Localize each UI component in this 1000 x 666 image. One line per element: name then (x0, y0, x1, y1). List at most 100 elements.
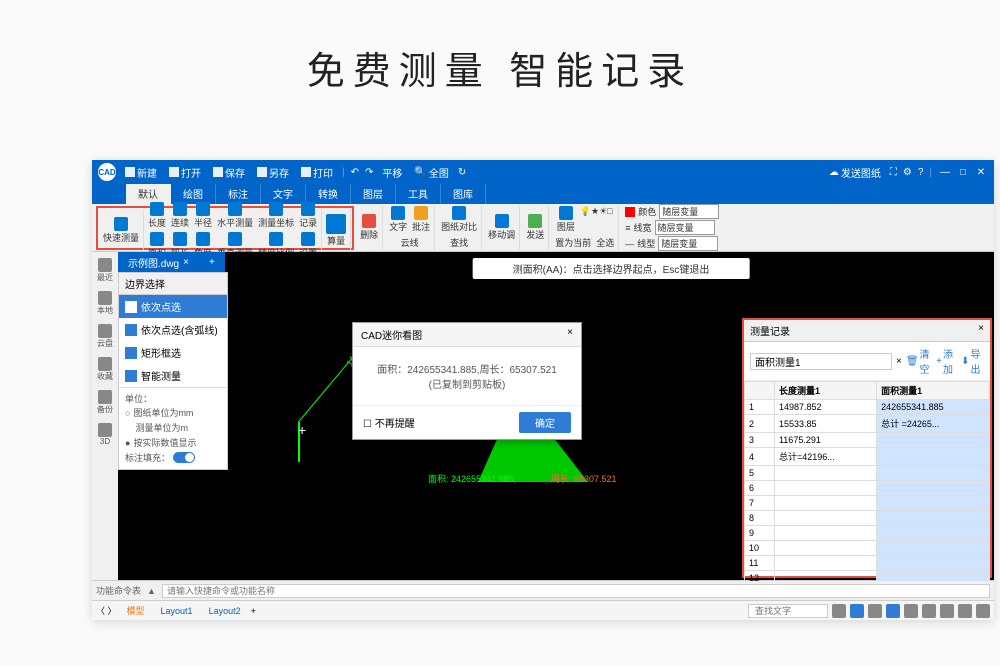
rail-cloud[interactable]: 云盘 (97, 324, 113, 349)
layer-button[interactable]: 图层 (556, 205, 576, 234)
new-button[interactable]: 新建 (122, 165, 160, 180)
export-button[interactable]: ⬇ 导出 (961, 346, 984, 376)
add-button[interactable]: + 添加 (936, 346, 957, 376)
search-icon[interactable] (832, 604, 846, 618)
tab-layer[interactable]: 图层 (351, 184, 396, 204)
table-row[interactable]: 10 (745, 541, 990, 556)
dialog-close-icon[interactable]: × (567, 327, 573, 342)
continuous-button[interactable]: 连续 (170, 201, 190, 230)
unit-actual-radio[interactable]: ● 按实际数值显示 (125, 435, 221, 450)
find-button[interactable]: 查找 (449, 235, 469, 250)
open-button[interactable]: 打开 (166, 165, 204, 180)
undo-icon[interactable]: ↶ (351, 167, 359, 178)
table-row[interactable]: 215533.85总计 =24265... (745, 415, 990, 433)
calc-button[interactable]: 算量 (325, 213, 347, 248)
rail-3d[interactable]: 3D (98, 423, 112, 446)
link-icon[interactable] (976, 604, 990, 618)
close-tab-icon[interactable]: × (183, 257, 189, 268)
layout-model[interactable]: 模型 (121, 604, 151, 617)
table-row[interactable]: 114987.852242655341.885 (745, 400, 990, 415)
lineweight-select[interactable]: 随层变量 (655, 220, 715, 235)
add-layout-icon[interactable]: + (251, 606, 256, 616)
text-button[interactable]: 文字 (388, 205, 408, 234)
pan-button[interactable]: 平移 (379, 165, 405, 180)
osnap-icon[interactable] (922, 604, 936, 618)
table-row[interactable]: 5 (745, 466, 990, 481)
polar-icon[interactable] (904, 604, 918, 618)
record-button[interactable]: 记录 (298, 201, 318, 230)
sel-smart[interactable]: 智能测量 (119, 364, 227, 387)
record-close-icon[interactable]: × (978, 323, 984, 338)
print-button[interactable]: 打印 (298, 165, 336, 180)
linetype-select[interactable]: 随层变量 (658, 236, 718, 251)
search-input[interactable] (748, 604, 828, 618)
add-tab-button[interactable]: + (199, 255, 225, 270)
zoom-full-button[interactable]: 🔍全图 (411, 165, 451, 180)
rail-recent[interactable]: 最近 (97, 258, 113, 283)
refresh-icon[interactable]: ↻ (458, 167, 466, 178)
table-row[interactable]: 6 (745, 481, 990, 496)
layout-1[interactable]: Layout1 (155, 606, 199, 616)
save-button[interactable]: 保存 (210, 165, 248, 180)
clear-input-icon[interactable]: × (896, 356, 902, 367)
send-button[interactable]: 发送 (525, 213, 545, 242)
tab-tools[interactable]: 工具 (396, 184, 441, 204)
length-button[interactable]: 长度 (147, 201, 167, 230)
close-icon[interactable]: ✕ (974, 166, 988, 178)
table-row[interactable]: 311675.291 (745, 433, 990, 448)
selall-button[interactable]: 全选 (595, 235, 615, 250)
command-input[interactable] (162, 584, 990, 598)
table-row[interactable]: 12 (745, 571, 990, 582)
sel-point[interactable]: 依次点选 (119, 295, 227, 318)
layout-2[interactable]: Layout2 (203, 606, 247, 616)
fullscreen-icon[interactable]: ⛶ (890, 167, 897, 178)
record-name-input[interactable] (750, 353, 892, 370)
color-select[interactable]: 随层变量 (659, 204, 719, 219)
ribbon: 快速测量 长度 连续 半径 水平测量 测量坐标 记录 面积 弧长 角度 垂直测量… (92, 204, 994, 252)
sel-rect[interactable]: 矩形框选 (119, 341, 227, 364)
saveas-button[interactable]: 另存 (254, 165, 292, 180)
table-row[interactable]: 11 (745, 556, 990, 571)
misc-icon[interactable] (958, 604, 972, 618)
rail-local[interactable]: 本地 (97, 291, 113, 316)
quick-measure-button[interactable]: 快速测量 (102, 216, 140, 245)
radius-button[interactable]: 半径 (193, 201, 213, 230)
coord-button[interactable]: 测量坐标 (257, 201, 295, 230)
no-remind-checkbox[interactable]: ☐ 不再提醒 (363, 415, 415, 430)
workspace: 最近 本地 云盘 收藏 备份 3D 示例图.dwg× + 边界选择 依次点选 依… (92, 252, 994, 580)
clear-button[interactable]: 🗑 清空 (906, 346, 932, 376)
snap-icon[interactable] (850, 604, 864, 618)
delete-button[interactable]: 删除 (359, 213, 379, 242)
table-row[interactable]: 4总计=42196... (745, 448, 990, 466)
table-row[interactable]: 7 (745, 496, 990, 511)
maximize-icon[interactable]: □ (956, 166, 970, 178)
grid-icon[interactable] (868, 604, 882, 618)
redo-icon[interactable]: ↷ (365, 167, 373, 178)
compare-button[interactable]: 图纸对比 (440, 205, 478, 234)
cloud-button[interactable]: 云线 (400, 235, 420, 250)
tab-library[interactable]: 图库 (441, 184, 486, 204)
ok-button[interactable]: 确定 (519, 412, 571, 433)
minimize-icon[interactable]: — (938, 166, 952, 178)
move-button[interactable]: 移动调 (487, 213, 516, 242)
sel-point-arc[interactable]: 依次点选(含弧线) (119, 318, 227, 341)
hmeasure-button[interactable]: 水平测量 (216, 201, 254, 230)
fill-toggle[interactable] (173, 452, 195, 463)
annotate-button[interactable]: 批注 (411, 205, 431, 234)
table-row[interactable]: 9 (745, 526, 990, 541)
unit-m-display: 测量单位为m (125, 420, 221, 435)
help-icon[interactable]: ? (918, 167, 924, 178)
setcurrent-label[interactable]: 置为当前 (554, 235, 592, 250)
rail-backup[interactable]: 备份 (97, 390, 113, 415)
palette-icon[interactable] (940, 604, 954, 618)
settings-icon[interactable]: ⚙ (903, 167, 912, 178)
setcurrent-button[interactable]: 💡★☀□ (579, 205, 614, 234)
rail-fav[interactable]: 收藏 (97, 357, 113, 382)
table-row[interactable]: 8 (745, 511, 990, 526)
send-drawing-button[interactable]: ☁发送图纸 (826, 165, 884, 180)
titlebar: CAD 新建 打开 保存 另存 打印 | ↶ ↷ 平移 🔍全图 ↻ ☁发送图纸 … (92, 160, 994, 184)
unit-mm-radio[interactable]: ○ 图纸单位为mm (125, 405, 221, 420)
ortho-icon[interactable] (886, 604, 900, 618)
dialog-line1: 面积：242655341.885,周长：65307.521 (363, 361, 571, 376)
doc-tab[interactable]: 示例图.dwg× (118, 253, 199, 272)
